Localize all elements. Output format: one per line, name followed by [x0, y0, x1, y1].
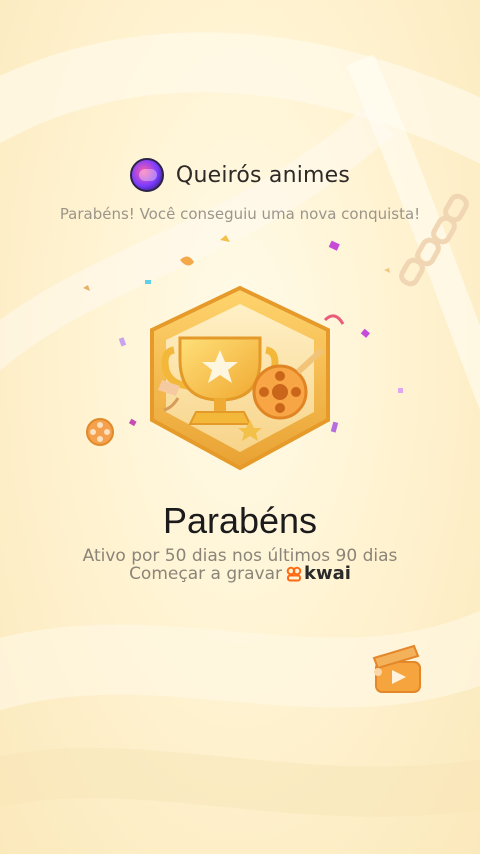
avatar[interactable]	[129, 158, 164, 192]
kwai-brand-text: kwai	[304, 563, 351, 584]
profile-header: Queirós animes	[0, 158, 480, 192]
trophy-badge-icon	[150, 285, 330, 471]
start-recording-label: Começar a gravar	[129, 563, 282, 584]
kwai-logo: kwai	[286, 563, 351, 584]
achievement-title: Parabéns	[162, 500, 318, 541]
film-reel-icon	[86, 418, 114, 446]
kwai-logo-icon	[286, 566, 302, 581]
chain-decoration	[399, 193, 469, 287]
start-recording-button[interactable]: Começar a gravar kwai	[0, 563, 480, 584]
username: Queirós animes	[175, 162, 351, 188]
clapperboard-icon	[372, 644, 421, 693]
